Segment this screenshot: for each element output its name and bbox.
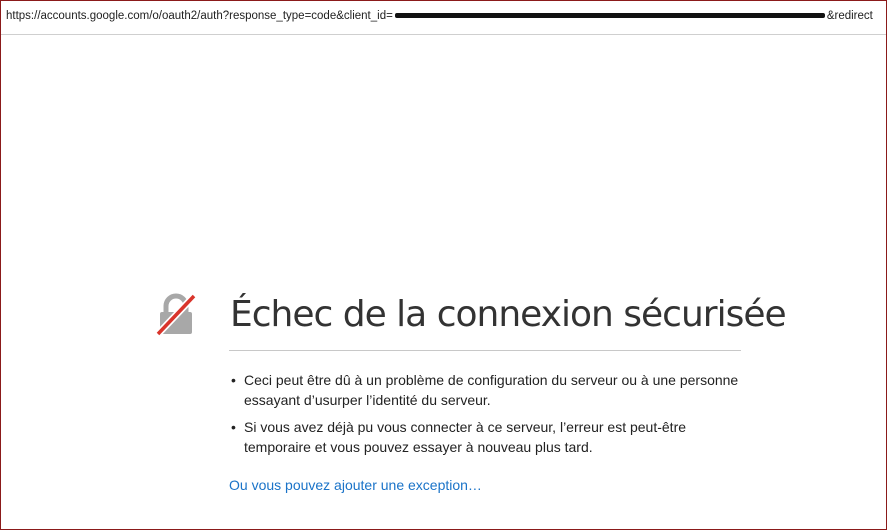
url-prefix: https://accounts.google.com/o/oauth2/aut… [6, 10, 393, 22]
page-title: Échec de la connexion sécurisée [230, 294, 787, 335]
address-bar[interactable]: https://accounts.google.com/o/oauth2/aut… [1, 1, 886, 35]
error-reasons-list: Ceci peut être dû à un problème de confi… [229, 370, 741, 464]
url-suffix: &redirect [826, 10, 873, 22]
broken-lock-icon [155, 293, 197, 336]
url-field[interactable]: https://accounts.google.com/o/oauth2/aut… [6, 10, 886, 22]
redacted-client-id [394, 13, 825, 19]
list-item: Si vous avez déjà pu vous connecter à ce… [229, 417, 741, 457]
list-item: Ceci peut être dû à un problème de confi… [229, 370, 741, 410]
title-divider [229, 350, 741, 351]
add-exception-link[interactable]: Ou vous pouvez ajouter une exception… [229, 477, 482, 493]
